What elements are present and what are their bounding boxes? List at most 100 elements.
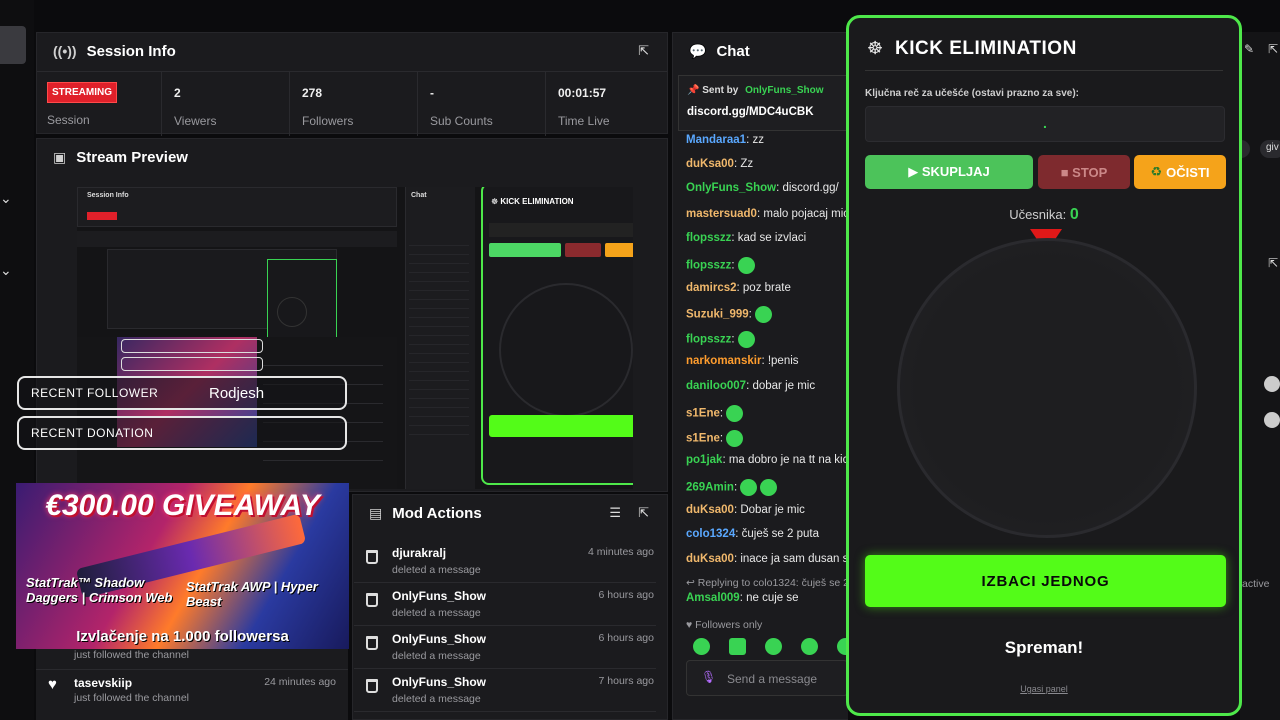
pinned-by-label: Sent by: [702, 85, 739, 96]
chat-user[interactable]: 269Amin: [686, 482, 734, 494]
chat-message: duKsa00: inace ja sam dusan sa: [686, 553, 848, 565]
mod-user: OnlyFuns_Show: [392, 589, 487, 603]
chat-user[interactable]: colo1324: [686, 528, 735, 540]
elimination-wheel[interactable]: [897, 238, 1197, 538]
chat-header: 💬 Chat: [673, 33, 848, 69]
follower-action: just followed the channel: [74, 649, 189, 661]
mod-action: deleted a message: [392, 650, 481, 662]
chat-message: 269Amin:: [686, 479, 848, 496]
chat-user[interactable]: duKsa00: [686, 504, 734, 516]
recent-follower-pill: RECENT FOLLOWER Rodjesh: [17, 376, 347, 410]
microphone-icon[interactable]: 🎙: [701, 670, 716, 684]
chat-text: : poz brate: [736, 282, 791, 294]
chat-text: : ma dobro je na tt na kick: [722, 454, 848, 466]
emote-icon: [726, 405, 744, 422]
chat-bubble-icon: 💬: [689, 42, 707, 59]
collect-button[interactable]: ▶ SKUPLJAJ: [865, 155, 1033, 189]
chat-message: Mandaraa1: zz: [686, 134, 848, 146]
chat-user[interactable]: flopsszz: [686, 232, 731, 244]
mod-user: OnlyFuns_Show: [392, 675, 487, 689]
chat-user[interactable]: OnlyFuns_Show: [686, 182, 776, 194]
participants-label: Učesnika:: [1009, 207, 1067, 222]
keyword-input[interactable]: .: [865, 106, 1225, 142]
emote-icon: [740, 479, 758, 496]
chat-user[interactable]: s1Ene: [686, 408, 720, 420]
trash-icon: [366, 679, 378, 693]
title-divider: [865, 70, 1223, 71]
reply-hint: ↩ Replying to colo1324: čuješ se 2: [686, 577, 846, 589]
status-cell: STREAMING Session: [37, 72, 161, 136]
chat-user[interactable]: Amsal009: [686, 592, 740, 604]
chat-text: : ne cuje se: [739, 592, 799, 604]
chat-user[interactable]: po1jak: [686, 454, 722, 466]
stop-button[interactable]: ■ STOP: [1038, 155, 1130, 189]
trash-icon: [366, 593, 378, 607]
close-panel-link[interactable]: Ugasi panel: [849, 684, 1239, 694]
mod-action-row: OnlyFuns_Show deleted a message 6 hours …: [354, 583, 656, 626]
toggle-switch[interactable]: [1264, 412, 1280, 428]
popout-icon[interactable]: ⇱: [1268, 42, 1278, 56]
popout-icon[interactable]: ⇱: [638, 505, 649, 521]
chat-text: : kad se izvlaci: [731, 232, 807, 244]
panel-title: Session Info: [86, 42, 176, 60]
popout-icon[interactable]: ⇱: [638, 43, 649, 59]
chevron-down-icon[interactable]: ⌄: [0, 262, 12, 279]
chat-message: flopsszz:: [686, 331, 848, 348]
edit-icon[interactable]: ✎: [1244, 42, 1254, 56]
follower-row: ♥ tasevskiip just followed the channel 2…: [36, 669, 348, 709]
chat-message: colo1324: čuješ se 2 puta: [686, 528, 848, 540]
kick-elimination-panel: ☸ KICK ELIMINATION Ključna reč za učešće…: [846, 15, 1242, 716]
emote-icon: [760, 479, 778, 496]
chat-user[interactable]: damircs2: [686, 282, 737, 294]
emote-icon[interactable]: [801, 638, 818, 655]
panel-title: Stream Preview: [76, 148, 188, 166]
trash-icon: [366, 550, 378, 564]
wheel-logo-icon: ☸: [867, 38, 884, 58]
chat-user[interactable]: duKsa00: [686, 158, 734, 170]
chat-user[interactable]: daniloo007: [686, 380, 746, 392]
heart-icon: ♥: [48, 676, 57, 693]
mod-action-row: OnlyFuns_Show deleted a message 7 hours …: [354, 669, 656, 712]
chat-send-input[interactable]: 🎙 Send a message: [686, 660, 848, 696]
chat-user[interactable]: duKsa00: [686, 553, 734, 565]
followers-panel: just followed the channel ♥ tasevskiip j…: [36, 649, 348, 720]
stat-time-live: 00:01:57 Time Live: [545, 72, 669, 136]
chat-user[interactable]: flopsszz: [686, 260, 731, 272]
recent-follower-name: Rodjesh: [209, 384, 265, 402]
panel-title: Mod Actions: [392, 504, 482, 522]
trash-icon: [366, 636, 378, 650]
chat-text: :: [719, 432, 724, 445]
session-info-panel: ((•)) Session Info ⇱ STREAMING Session 2…: [36, 32, 669, 136]
emote-icon[interactable]: [729, 638, 746, 655]
sidebar-active-tab[interactable]: [0, 26, 26, 64]
chevron-down-icon[interactable]: ⌄: [0, 190, 12, 207]
filter-icon[interactable]: ☰: [609, 505, 621, 521]
pinned-user: OnlyFuns_Show: [745, 85, 824, 96]
followers-only-indicator: ♥ Followers only: [686, 619, 762, 631]
emote-icon[interactable]: [693, 638, 710, 655]
chat-message: flopsszz: kad se izvlaci: [686, 232, 848, 244]
chat-user[interactable]: Mandaraa1: [686, 134, 746, 146]
chat-user[interactable]: Suzuki_999: [686, 309, 749, 321]
mod-action: deleted a message: [392, 607, 481, 619]
clear-button[interactable]: ♻ OČISTI: [1134, 155, 1226, 189]
follower-user: tasevskiip: [74, 676, 133, 690]
stream-preview-header: ▣ Stream Preview: [37, 139, 667, 175]
popout-icon[interactable]: ⇱: [1268, 256, 1278, 270]
preview-icon: ▣: [53, 148, 67, 165]
toggle-switch[interactable]: [1264, 376, 1280, 392]
emote-icon: [754, 306, 772, 323]
tag-chip[interactable]: giv: [1260, 140, 1280, 158]
chat-message: Suzuki_999:: [686, 306, 848, 323]
chat-user[interactable]: mastersuad0: [686, 208, 757, 220]
chat-user[interactable]: flopsszz: [686, 334, 731, 346]
emote-icon[interactable]: [765, 638, 782, 655]
chat-message: narkomanskir: !penis: [686, 355, 848, 367]
emote-icon: [737, 331, 755, 348]
kick-one-button[interactable]: IZBACI JEDNOG: [865, 555, 1226, 607]
clear-label: OČISTI: [1166, 164, 1210, 180]
chat-user[interactable]: narkomanskir: [686, 355, 761, 367]
ready-status: Spreman!: [1004, 638, 1084, 657]
mod-time: 4 minutes ago: [588, 546, 654, 558]
chat-user[interactable]: s1Ene: [686, 433, 720, 445]
